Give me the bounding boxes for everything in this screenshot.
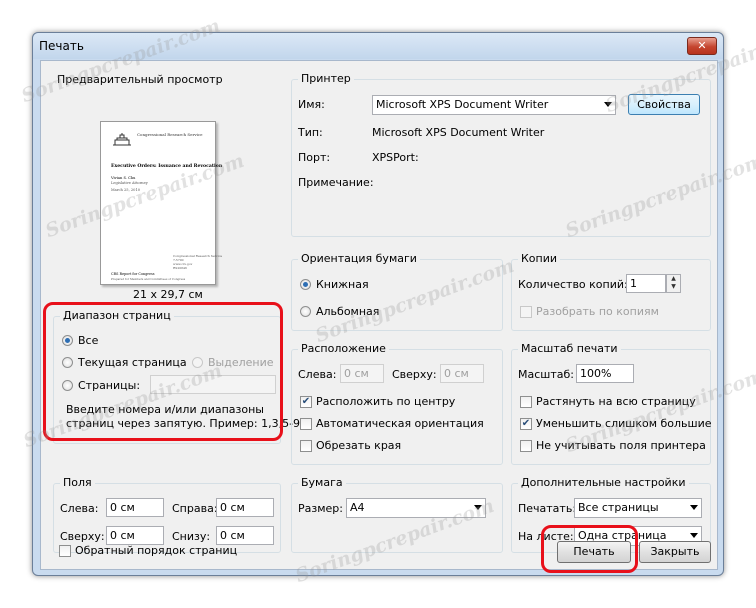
collate-label: Разобрать по копиям: [536, 305, 659, 318]
printer-group-label: Принтер: [298, 72, 354, 85]
printer-type-label: Тип:: [298, 126, 323, 139]
capitol-logo-icon: [111, 132, 133, 149]
page-range-highlight: [43, 302, 283, 441]
portrait-radio[interactable]: [300, 279, 311, 290]
landscape-label[interactable]: Альбомная: [316, 305, 379, 318]
margins-right-input[interactable]: 0 см: [216, 498, 274, 517]
margins-group: Поля Слева: 0 см Справа: 0 см Сверху: 0 …: [53, 476, 281, 553]
spin-down-icon[interactable]: ▼: [667, 283, 680, 291]
doc-title: Executive Orders: Issuance and Revocatio…: [111, 164, 223, 169]
margins-bottom-label: Снизу:: [172, 530, 211, 543]
doc-org: Congressional Research Service: [137, 132, 203, 137]
paper-size-label: 21 x 29,7 см: [133, 288, 203, 301]
copies-count-input[interactable]: 1: [626, 274, 666, 293]
orientation-group-label: Ориентация бумаги: [298, 252, 420, 265]
paper-size-value: A4: [350, 501, 365, 514]
crop-label[interactable]: Обрезать края: [316, 439, 401, 452]
print-pages-select[interactable]: Все страницы: [574, 498, 702, 518]
printer-name-label: Имя:: [298, 98, 325, 111]
center-checkbox[interactable]: ✔: [300, 396, 312, 408]
layout-left-input[interactable]: 0 см: [340, 364, 384, 383]
doc-footer-5: CRS Report for Congress: [111, 272, 155, 276]
landscape-radio[interactable]: [300, 306, 311, 317]
copies-count-label: Количество копий:: [518, 278, 628, 291]
close-button[interactable]: Закрыть: [639, 541, 711, 563]
stretch-checkbox[interactable]: [520, 396, 532, 408]
printer-name-value: Microsoft XPS Document Writer: [376, 98, 549, 111]
copies-group: Копии Количество копий: 1 ▲ ▼ Разобрать …: [511, 252, 711, 331]
page-preview: Congressional Research Service Executive…: [100, 121, 222, 285]
margins-left-label: Слева:: [60, 502, 99, 515]
auto-orient-checkbox[interactable]: [300, 418, 312, 430]
doc-author: Vivian S. Chu: [111, 176, 136, 180]
title-bar[interactable]: Печать ✕: [33, 33, 723, 59]
doc-author-role: Legislative Attorney: [111, 181, 148, 185]
margins-top-label: Сверху:: [60, 530, 105, 543]
margins-bottom-input[interactable]: 0 см: [216, 526, 274, 545]
auto-orient-label[interactable]: Автоматическая ориентация: [316, 417, 484, 430]
preview-group-label: Предварительный просмотр: [57, 73, 223, 86]
printer-name-select[interactable]: Microsoft XPS Document Writer: [372, 95, 616, 115]
margins-group-label: Поля: [60, 476, 95, 489]
advanced-group-label: Дополнительные настройки: [518, 476, 689, 489]
doc-footer-4: RS20846: [173, 266, 187, 270]
paper-size-field-label: Размер:: [298, 502, 343, 515]
paper-group-label: Бумага: [298, 476, 346, 489]
close-window-button[interactable]: ✕: [687, 37, 717, 55]
doc-footer-6: Prepared for Members and Committees of C…: [111, 277, 186, 281]
scale-input[interactable]: 100%: [576, 364, 634, 383]
reverse-order-checkbox[interactable]: [59, 545, 71, 557]
printer-note-label: Примечание:: [298, 176, 374, 189]
margins-right-label: Справа:: [172, 502, 218, 515]
scale-group: Масштаб печати Масштаб: 100% Растянуть н…: [511, 342, 712, 465]
layout-group-label: Расположение: [298, 342, 389, 355]
properties-button[interactable]: Свойства: [628, 94, 700, 115]
paper-size-select[interactable]: A4: [346, 498, 486, 518]
print-pages-label: Печатать:: [518, 502, 577, 515]
layout-left-label: Слева:: [298, 368, 337, 381]
layout-group: Расположение Слева: 0 см Сверху: 0 см ✔ …: [291, 342, 503, 465]
collate-checkbox[interactable]: [520, 306, 532, 318]
layout-top-label: Сверху:: [392, 368, 437, 381]
ignore-margins-checkbox[interactable]: [520, 440, 532, 452]
center-label[interactable]: Расположить по центру: [316, 395, 455, 408]
chevron-down-icon: [690, 533, 698, 538]
copies-group-label: Копии: [518, 252, 561, 265]
chevron-down-icon: [690, 505, 698, 510]
orientation-group: Ориентация бумаги Книжная Альбомная: [291, 252, 503, 331]
printer-port-value: XPSPort:: [372, 151, 419, 164]
layout-top-input[interactable]: 0 см: [440, 364, 484, 383]
spin-up-icon[interactable]: ▲: [667, 275, 680, 283]
margins-left-input[interactable]: 0 см: [106, 498, 164, 517]
scale-group-label: Масштаб печати: [518, 342, 621, 355]
scale-label: Масштаб:: [518, 368, 574, 381]
ignore-margins-label[interactable]: Не учитывать поля принтера: [536, 439, 706, 452]
chevron-down-icon: [604, 102, 612, 107]
copies-spinner[interactable]: ▲ ▼: [666, 274, 681, 293]
window-title: Печать: [39, 39, 84, 53]
shrink-label[interactable]: Уменьшить слишком большие: [536, 417, 712, 430]
paper-group: Бумага Размер: A4: [291, 476, 503, 553]
print-button-highlight: [541, 525, 638, 573]
margins-top-input[interactable]: 0 см: [106, 526, 164, 545]
shrink-checkbox[interactable]: ✔: [520, 418, 532, 430]
printer-type-value: Microsoft XPS Document Writer: [372, 126, 545, 139]
print-pages-value: Все страницы: [578, 501, 659, 514]
reverse-order-label[interactable]: Обратный порядок страниц: [75, 544, 237, 557]
doc-date: March 25, 2010: [111, 188, 141, 192]
printer-group: Принтер Имя: Microsoft XPS Document Writ…: [291, 72, 711, 237]
printer-port-label: Порт:: [298, 151, 331, 164]
stretch-label[interactable]: Растянуть на всю страницу: [536, 395, 696, 408]
chevron-down-icon: [474, 505, 482, 510]
crop-checkbox[interactable]: [300, 440, 312, 452]
portrait-label[interactable]: Книжная: [316, 278, 369, 291]
